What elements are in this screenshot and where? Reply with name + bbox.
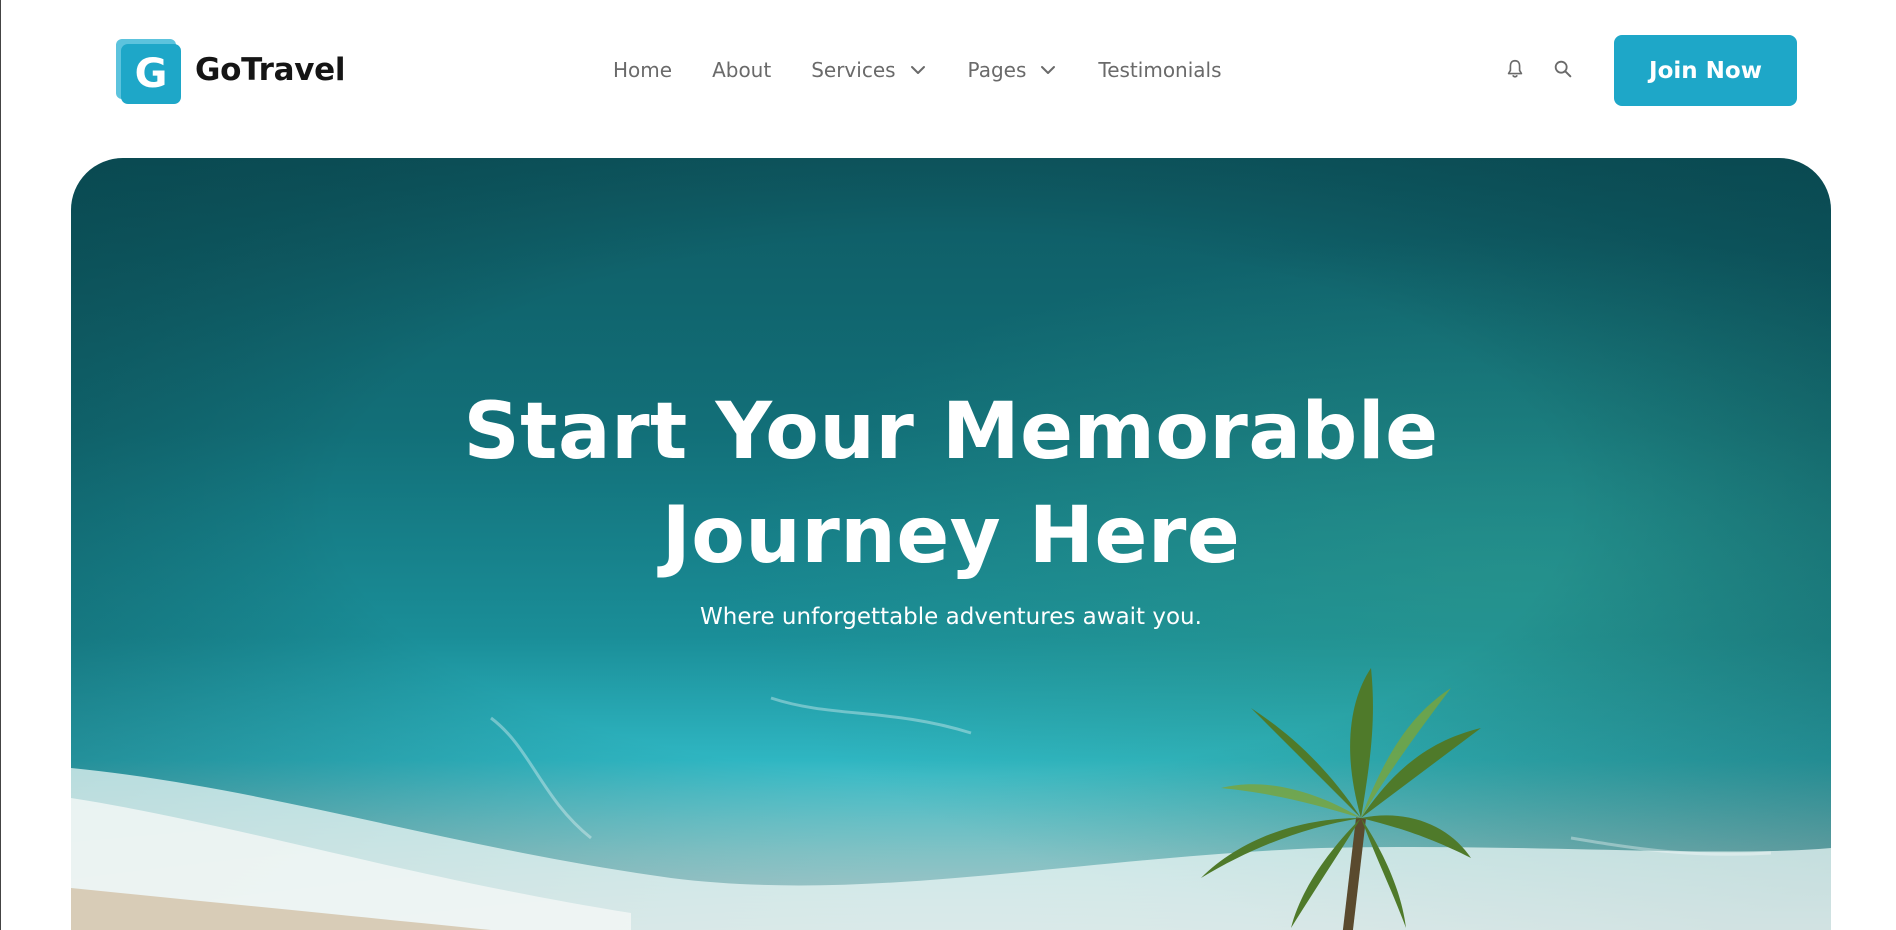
nav-about[interactable]: About xyxy=(712,58,771,82)
nav-pages-dropdown[interactable]: Pages xyxy=(968,58,1059,82)
logo-front-square: G xyxy=(121,44,181,104)
nav-home-label: Home xyxy=(613,58,673,82)
nav-pages-label: Pages xyxy=(967,58,1027,82)
nav-testimonials-label: Testimonials xyxy=(1098,58,1222,82)
nav-home[interactable]: Home xyxy=(613,58,672,82)
nav-about-label: About xyxy=(712,58,772,82)
brand[interactable]: G GoTravel xyxy=(116,36,345,104)
chevron-down-icon xyxy=(1038,60,1058,80)
hero-title-line-2: Journey Here xyxy=(661,491,1241,581)
notification-button[interactable] xyxy=(1500,56,1530,86)
join-now-button[interactable]: Join Now xyxy=(1614,35,1797,106)
hero-banner: Start Your Memorable Journey Here Where … xyxy=(71,158,1831,930)
bell-icon xyxy=(1504,58,1526,84)
hero-title-line-1: Start Your Memorable xyxy=(463,387,1439,477)
header-actions: Join Now xyxy=(1500,35,1797,106)
hero-subtitle: Where unforgettable adventures await you… xyxy=(700,604,1202,630)
brand-name: GoTravel xyxy=(195,52,346,88)
chevron-down-icon xyxy=(908,60,928,80)
logo: G xyxy=(116,37,182,104)
nav-testimonials[interactable]: Testimonials xyxy=(1098,58,1221,82)
search-icon xyxy=(1552,58,1574,84)
navbar: G GoTravel Home About Services Pages Tes… xyxy=(0,0,1896,140)
hero-title: Start Your Memorable Journey Here xyxy=(71,380,1831,588)
nav-services-label: Services xyxy=(811,58,896,82)
logo-letter: G xyxy=(134,51,168,97)
search-button[interactable] xyxy=(1548,56,1578,86)
nav-services-dropdown[interactable]: Services xyxy=(811,58,927,82)
main-nav: Home About Services Pages Testimonials xyxy=(613,54,1222,86)
